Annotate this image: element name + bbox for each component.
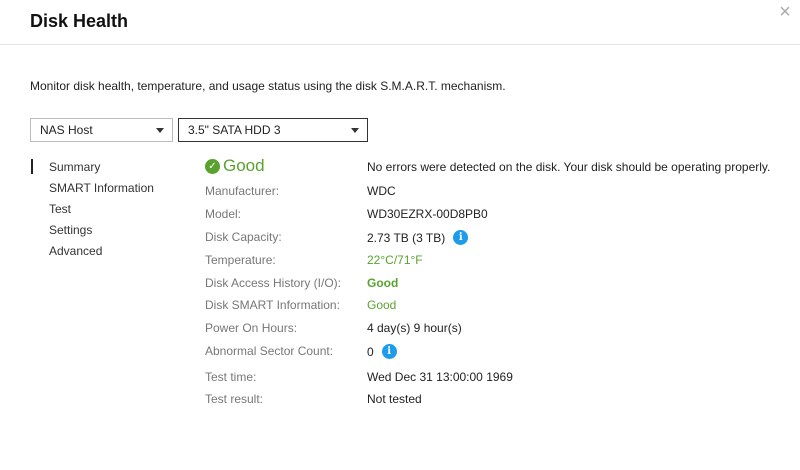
nav-item-settings[interactable]: Settings bbox=[30, 221, 154, 242]
row-label: Temperature: bbox=[205, 253, 276, 267]
row-label: Disk Access History (I/O): bbox=[205, 276, 342, 290]
disk-select-value: 3.5" SATA HDD 3 bbox=[188, 123, 281, 137]
close-icon[interactable]: × bbox=[776, 2, 794, 22]
row-label: Abnormal Sector Count: bbox=[205, 344, 334, 358]
row-value: 2.73 TB (3 TB) i bbox=[367, 230, 469, 245]
health-status: ✓ Good bbox=[205, 156, 265, 176]
info-row-power-on-hours: Power On Hours: 4 day(s) 9 hour(s) bbox=[205, 321, 705, 337]
info-row-manufacturer: Manufacturer: WDC bbox=[205, 184, 705, 200]
row-label: Test result: bbox=[205, 392, 264, 406]
abnormal-sector-count-value: 0 bbox=[367, 344, 374, 359]
temperature-value: 22°C/71°F bbox=[367, 253, 423, 267]
chevron-down-icon bbox=[156, 128, 164, 133]
host-select-value: NAS Host bbox=[40, 123, 93, 137]
info-row-access-history: Disk Access History (I/O): Good bbox=[205, 276, 705, 292]
model-value: WD30EZRX-00D8PB0 bbox=[367, 207, 488, 221]
row-value: WDC bbox=[367, 184, 396, 198]
row-value: Not tested bbox=[367, 392, 422, 406]
capacity-value: 2.73 TB (3 TB) bbox=[367, 230, 446, 245]
info-row-model: Model: WD30EZRX-00D8PB0 bbox=[205, 207, 705, 223]
dialog-title: Disk Health bbox=[30, 11, 129, 31]
nav-item-advanced[interactable]: Advanced bbox=[30, 242, 154, 263]
row-value: WD30EZRX-00D8PB0 bbox=[367, 207, 488, 221]
health-status-message: No errors were detected on the disk. You… bbox=[367, 160, 771, 174]
info-icon[interactable]: i bbox=[381, 344, 397, 359]
power-on-hours-value: 4 day(s) 9 hour(s) bbox=[367, 321, 462, 335]
nav-item-smart-information[interactable]: SMART Information bbox=[30, 179, 154, 200]
smart-information-value: Good bbox=[367, 298, 397, 312]
chevron-down-icon bbox=[351, 128, 359, 133]
row-label: Test time: bbox=[205, 370, 257, 384]
row-label: Manufacturer: bbox=[205, 184, 280, 198]
row-value: Good bbox=[367, 298, 396, 312]
test-result-value: Not tested bbox=[367, 392, 422, 406]
row-label: Power On Hours: bbox=[205, 321, 298, 335]
info-row-temperature: Temperature: 22°C/71°F bbox=[205, 253, 705, 269]
check-circle-icon: ✓ bbox=[205, 158, 220, 174]
row-value: 0i bbox=[367, 344, 397, 359]
row-label: Disk Capacity: bbox=[205, 230, 282, 244]
row-label: Model: bbox=[205, 207, 242, 221]
nav-item-test[interactable]: Test bbox=[30, 200, 154, 221]
row-value: 22°C/71°F bbox=[367, 253, 423, 267]
info-icon[interactable]: i bbox=[453, 230, 469, 245]
info-row-capacity: Disk Capacity: 2.73 TB (3 TB) i bbox=[205, 230, 705, 246]
info-row-test-result: Test result: Not tested bbox=[205, 392, 705, 408]
host-select[interactable]: NAS Host bbox=[30, 118, 173, 142]
row-value: 4 day(s) 9 hour(s) bbox=[367, 321, 462, 335]
side-nav: Summary SMART Information Test Settings … bbox=[30, 158, 154, 263]
test-time-value: Wed Dec 31 13:00:00 1969 bbox=[367, 370, 513, 384]
info-row-test-time: Test time: Wed Dec 31 13:00:00 1969 bbox=[205, 370, 705, 386]
description-text: Monitor disk health, temperature, and us… bbox=[30, 79, 506, 93]
row-value: Good bbox=[367, 276, 398, 290]
health-status-label: Good bbox=[223, 156, 265, 175]
row-label: Disk SMART Information: bbox=[205, 298, 340, 312]
dialog-header: Disk Health × bbox=[0, 0, 800, 45]
access-history-value: Good bbox=[367, 276, 399, 290]
nav-item-summary[interactable]: Summary bbox=[30, 158, 154, 179]
info-row-smart-information: Disk SMART Information: Good bbox=[205, 298, 705, 314]
info-row-abnormal-sector-count: Abnormal Sector Count: 0i bbox=[205, 344, 705, 360]
disk-select[interactable]: 3.5" SATA HDD 3 bbox=[178, 118, 368, 142]
manufacturer-value: WDC bbox=[367, 184, 396, 198]
row-value: Wed Dec 31 13:00:00 1969 bbox=[367, 370, 513, 384]
